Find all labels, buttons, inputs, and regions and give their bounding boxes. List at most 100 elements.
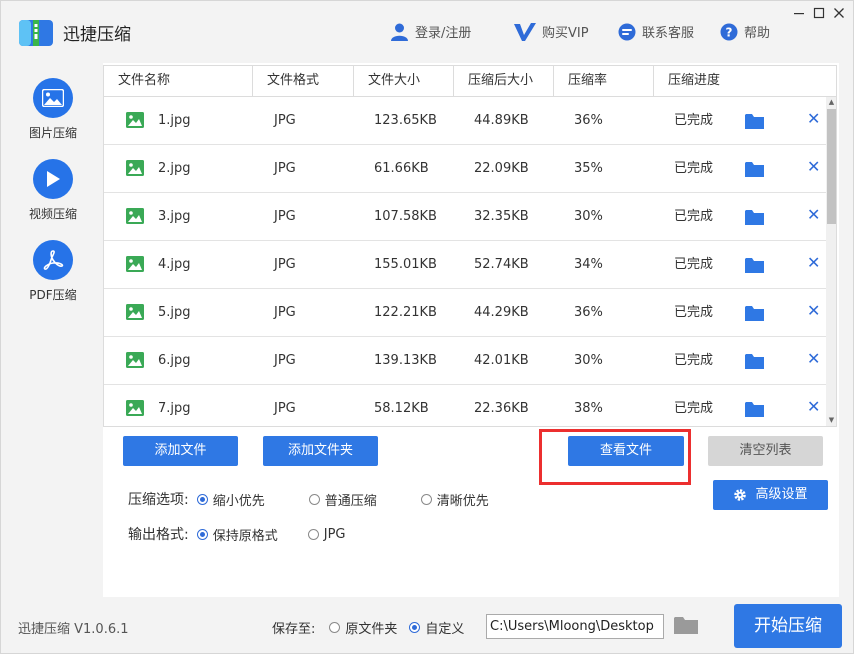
radio-label: 原文件夹 (345, 622, 398, 637)
vertical-scrollbar[interactable]: ▲ ▼ (826, 97, 836, 426)
maximize-icon[interactable] (812, 6, 826, 20)
image-file-icon (126, 400, 144, 416)
table-row[interactable]: 2.jpg JPG 61.66KB 22.09KB 35% 已完成 ✕ (104, 145, 826, 193)
table-row[interactable]: 4.jpg JPG 155.01KB 52.74KB 34% 已完成 ✕ (104, 241, 826, 289)
app-title: 迅捷压缩 (63, 25, 131, 45)
remove-file-icon[interactable]: ✕ (807, 301, 820, 321)
scroll-thumb[interactable] (827, 109, 836, 224)
radio-dot (196, 493, 208, 505)
cell-size: 58.12KB (374, 401, 429, 416)
col-compressed-size: 压缩后大小 (454, 66, 554, 96)
table-row[interactable]: 3.jpg JPG 107.58KB 32.35KB 30% 已完成 ✕ (104, 193, 826, 241)
advanced-settings-button[interactable]: 高级设置 (713, 480, 828, 510)
close-window-icon[interactable] (832, 6, 846, 20)
browse-folder-icon[interactable] (674, 616, 698, 635)
svg-text:?: ? (726, 25, 733, 39)
open-folder-icon[interactable] (745, 258, 764, 273)
table-row[interactable]: 5.jpg JPG 122.21KB 44.29KB 36% 已完成 ✕ (104, 289, 826, 337)
remove-file-icon[interactable]: ✕ (807, 109, 820, 129)
radio-normal-compress[interactable]: 普通压缩 (308, 490, 377, 509)
remove-file-icon[interactable]: ✕ (807, 157, 820, 177)
sidebar-item-pdf-compress[interactable]: PDF压缩 (15, 240, 91, 303)
radio-dot (409, 622, 421, 633)
cell-compressed: 22.09KB (474, 161, 529, 176)
sidebar-item-image-compress[interactable]: 图片压缩 (15, 78, 91, 141)
cell-format: JPG (274, 305, 296, 320)
clear-list-button[interactable]: 清空列表 (708, 436, 823, 466)
radio-label: 缩小优先 (212, 493, 265, 509)
cell-status: 已完成 (674, 209, 714, 224)
cell-compressed: 32.35KB (474, 209, 529, 224)
cell-compressed: 44.89KB (474, 113, 529, 128)
open-folder-icon[interactable] (745, 210, 764, 225)
minimize-icon[interactable] (792, 6, 806, 20)
support-link[interactable]: 联系客服 (618, 22, 694, 41)
add-file-button[interactable]: 添加文件 (123, 436, 238, 466)
cell-rate: 36% (574, 305, 603, 320)
open-folder-icon[interactable] (745, 114, 764, 129)
remove-file-icon[interactable]: ✕ (807, 253, 820, 273)
cell-compressed: 44.29KB (474, 305, 529, 320)
table-row[interactable]: 6.jpg JPG 139.13KB 42.01KB 30% 已完成 ✕ (104, 337, 826, 385)
radio-keep-format[interactable]: 保持原格式 (196, 525, 278, 544)
help-link[interactable]: ? 帮助 (720, 22, 770, 41)
remove-file-icon[interactable]: ✕ (807, 349, 820, 369)
open-folder-icon[interactable] (745, 354, 764, 369)
sidebar-item-label: 图片压缩 (28, 126, 77, 140)
buy-vip-link[interactable]: 购买VIP (514, 22, 589, 41)
remove-file-icon[interactable]: ✕ (807, 205, 820, 225)
scroll-up-icon[interactable]: ▲ (826, 97, 836, 108)
cell-rate: 30% (574, 353, 603, 368)
start-compress-button[interactable]: 开始压缩 (734, 604, 842, 648)
open-folder-icon[interactable] (745, 162, 764, 177)
cell-format: JPG (274, 161, 296, 176)
cell-rate: 34% (574, 257, 603, 272)
cell-format: JPG (274, 401, 296, 416)
radio-custom-folder[interactable]: 自定义 (409, 618, 464, 637)
cell-size: 107.58KB (374, 209, 437, 224)
sidebar-item-video-compress[interactable]: 视频压缩 (15, 159, 91, 222)
add-folder-button[interactable]: 添加文件夹 (263, 436, 378, 466)
gear-icon (734, 489, 747, 501)
radio-dot (308, 493, 320, 505)
radio-clarity-first[interactable]: 清晰优先 (420, 490, 489, 509)
radio-original-folder[interactable]: 原文件夹 (329, 618, 397, 637)
cell-size: 155.01KB (374, 257, 437, 272)
version-label: 迅捷压缩 V1.0.6.1 (18, 622, 129, 637)
play-icon (33, 159, 73, 199)
vip-label: 购买VIP (542, 26, 589, 41)
radio-jpg[interactable]: JPG (307, 527, 345, 542)
remove-file-icon[interactable]: ✕ (807, 397, 820, 417)
open-folder-icon[interactable] (745, 402, 764, 417)
cell-format: JPG (274, 353, 296, 368)
app-window: 迅捷压缩 登录/注册 购买VIP 联系客服 ? 帮助 图片压缩 视频压缩 PDF… (0, 0, 854, 654)
cell-status: 已完成 (674, 305, 714, 320)
open-folder-icon[interactable] (745, 306, 764, 321)
file-list: 7.jpg JPG 58.12KB 22.36KB 38% 已完成 ✕ 6.jpg JPG 139… (103, 97, 837, 427)
title-bar: 迅捷压缩 登录/注册 购买VIP 联系客服 ? 帮助 (1, 1, 853, 63)
save-location: 保存至: 原文件夹 自定义 (272, 618, 464, 637)
radio-label: 自定义 (425, 622, 465, 637)
table-row[interactable]: 7.jpg JPG 58.12KB 22.36KB 38% 已完成 ✕ (104, 385, 826, 426)
cell-name: 4.jpg (158, 257, 191, 272)
radio-shrink-first[interactable]: 缩小优先 (196, 490, 265, 509)
scroll-down-icon[interactable]: ▼ (826, 415, 836, 426)
col-file-name: 文件名称 (104, 66, 253, 96)
save-to-label: 保存至: (272, 622, 316, 637)
output-path-input[interactable] (486, 614, 664, 639)
advanced-settings-label: 高级设置 (755, 487, 808, 502)
table-row[interactable]: 1.jpg JPG 123.65KB 44.89KB 36% 已完成 ✕ (104, 97, 826, 145)
cell-status: 已完成 (674, 161, 714, 176)
login-link[interactable]: 登录/注册 (390, 22, 471, 41)
col-file-size: 文件大小 (354, 66, 454, 96)
image-file-icon (126, 208, 144, 224)
cell-size: 122.21KB (374, 305, 437, 320)
radio-dot (420, 493, 432, 505)
cell-status: 已完成 (674, 353, 714, 368)
cell-compressed: 22.36KB (474, 401, 529, 416)
help-icon: ? (720, 23, 738, 40)
cell-rate: 35% (574, 161, 603, 176)
cell-rate: 38% (574, 401, 603, 416)
cell-name: 1.jpg (158, 113, 191, 128)
cell-size: 139.13KB (374, 353, 437, 368)
